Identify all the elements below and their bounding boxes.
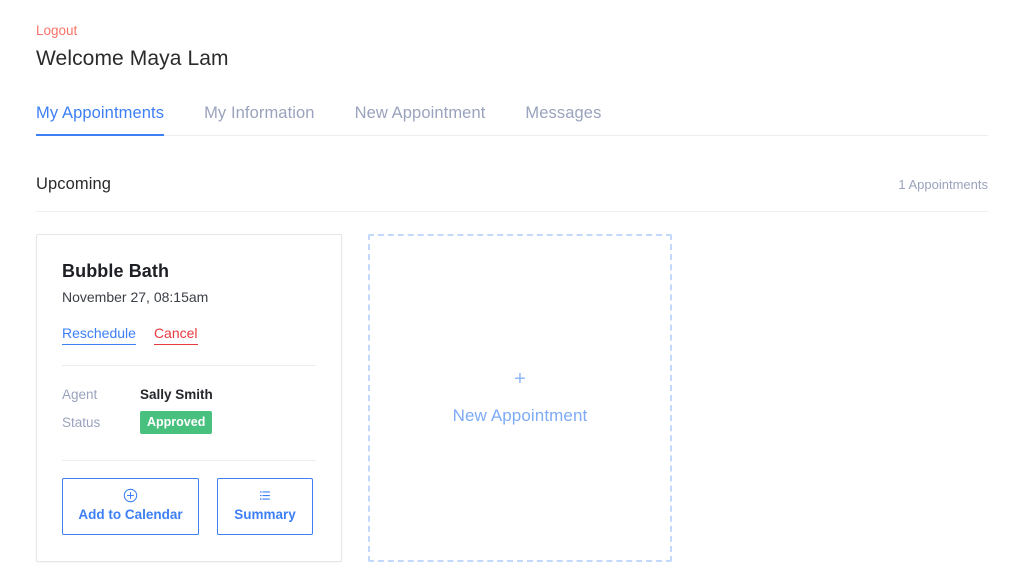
detail-row-agent: Agent Sally Smith bbox=[62, 383, 316, 405]
summary-button[interactable]: Summary bbox=[217, 478, 313, 535]
button-label: Summary bbox=[234, 507, 296, 522]
appointment-actions: Reschedule Cancel bbox=[62, 324, 316, 345]
new-appointment-label: New Appointment bbox=[452, 406, 588, 425]
reschedule-link[interactable]: Reschedule bbox=[62, 324, 136, 345]
tab-label: New Appointment bbox=[354, 104, 486, 122]
section-title: Upcoming bbox=[36, 175, 112, 193]
appointments-list: Bubble Bath November 27, 08:15am Resched… bbox=[36, 234, 988, 562]
tab-new-appointment[interactable]: New Appointment bbox=[355, 103, 486, 135]
tab-label: My Appointments bbox=[36, 104, 165, 122]
new-appointment-card[interactable]: + New Appointment bbox=[368, 234, 672, 562]
card-button-divider bbox=[62, 460, 316, 461]
appointment-details: Agent Sally Smith Status Approved bbox=[62, 383, 316, 440]
tab-my-information[interactable]: My Information bbox=[204, 103, 315, 135]
appointments-count: 1 Appointments bbox=[898, 177, 988, 192]
plus-icon: + bbox=[514, 368, 526, 390]
tab-messages[interactable]: Messages bbox=[525, 103, 601, 135]
tab-my-appointments[interactable]: My Appointments bbox=[36, 103, 165, 136]
cancel-link[interactable]: Cancel bbox=[153, 324, 198, 345]
plus-circle-icon bbox=[67, 487, 194, 503]
agent-name: Sally Smith bbox=[140, 386, 213, 402]
tab-label: My Information bbox=[204, 104, 315, 122]
page-header: Logout Welcome Maya Lam bbox=[36, 0, 988, 72]
detail-label: Status bbox=[62, 415, 101, 430]
logout-link[interactable]: Logout bbox=[36, 23, 77, 39]
tab-bar: My Appointments My Information New Appoi… bbox=[36, 97, 988, 136]
appointment-card-buttons: Add to Calendar Summary bbox=[62, 478, 316, 535]
detail-label: Agent bbox=[62, 386, 98, 402]
appointment-card[interactable]: Bubble Bath November 27, 08:15am Resched… bbox=[36, 234, 342, 562]
upcoming-section-header: Upcoming 1 Appointments bbox=[36, 174, 988, 212]
status-badge: Approved bbox=[140, 411, 213, 434]
add-to-calendar-button[interactable]: Add to Calendar bbox=[62, 478, 199, 535]
button-label: Add to Calendar bbox=[78, 507, 183, 522]
list-icon bbox=[222, 487, 308, 503]
appointment-title: Bubble Bath bbox=[62, 261, 170, 281]
appointment-datetime: November 27, 08:15am bbox=[62, 289, 209, 305]
tab-label: Messages bbox=[525, 104, 602, 122]
page-title: Welcome Maya Lam bbox=[36, 47, 229, 70]
appointments-page: Logout Welcome Maya Lam My Appointments … bbox=[0, 0, 1024, 584]
detail-row-status: Status Approved bbox=[62, 411, 316, 434]
card-divider bbox=[62, 365, 316, 366]
